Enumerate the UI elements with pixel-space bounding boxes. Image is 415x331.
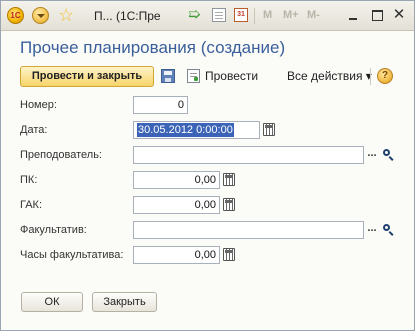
memory-m-button[interactable]: M	[263, 9, 272, 21]
memory-plus-button[interactable]: M+	[283, 9, 299, 21]
menu-dropdown-icon[interactable]	[32, 7, 49, 24]
1c-logo-icon[interactable]: 1C	[7, 7, 24, 24]
memory-minus-button[interactable]: M-	[307, 9, 320, 21]
calendar-picker-icon[interactable]	[263, 123, 275, 136]
elective-hours-calculator-icon[interactable]	[223, 248, 235, 261]
help-icon[interactable]: ?	[377, 68, 393, 84]
teacher-label: Преподователь:	[20, 149, 102, 161]
maximize-icon[interactable]	[368, 6, 386, 24]
gak-label: ГАК:	[20, 199, 43, 211]
teacher-ellipsis-icon[interactable]: ...	[365, 148, 379, 162]
gak-input[interactable]: 0,00	[133, 196, 220, 214]
pk-input[interactable]: 0,00	[133, 171, 220, 189]
elective-input[interactable]	[133, 221, 364, 239]
elective-search-icon[interactable]	[382, 223, 396, 237]
pk-calculator-icon[interactable]	[223, 173, 235, 186]
elective-label: Факультатив:	[20, 224, 87, 236]
post-and-close-button[interactable]: Провести и закрыть	[20, 66, 154, 87]
close-button[interactable]: Закрыть	[92, 292, 157, 312]
minimize-icon[interactable]	[344, 6, 362, 24]
number-label: Номер:	[20, 99, 57, 111]
close-icon[interactable]: ✕	[390, 6, 408, 24]
gak-calculator-icon[interactable]	[223, 198, 235, 211]
elective-hours-label: Часы факультатива:	[20, 249, 124, 261]
toolbar-separator	[370, 68, 371, 85]
window-title: П... (1С:Пре	[94, 9, 161, 23]
ok-button[interactable]: ОК	[21, 292, 83, 312]
teacher-input[interactable]	[133, 146, 364, 164]
post-document-icon[interactable]	[187, 69, 200, 83]
document-window: 1C ☆ П... (1С:Пре ➯ 31 M M+ M- ✕ Прочее …	[0, 0, 415, 331]
date-value: 30.05.2012 0:00:00	[137, 123, 234, 137]
toolbar-separator	[254, 8, 255, 24]
date-input[interactable]: 30.05.2012 0:00:00	[133, 121, 260, 139]
title-bar: 1C ☆ П... (1С:Пре ➯ 31 M M+ M- ✕	[1, 1, 414, 31]
form-title: Прочее планирования (создание)	[20, 38, 286, 57]
elective-ellipsis-icon[interactable]: ...	[365, 223, 379, 237]
document-icon[interactable]	[212, 8, 226, 22]
pk-label: ПК:	[20, 174, 38, 186]
teacher-search-icon[interactable]	[382, 148, 396, 162]
calendar-icon[interactable]: 31	[234, 8, 248, 22]
save-icon[interactable]	[161, 69, 175, 83]
date-label: Дата:	[20, 124, 48, 136]
favorite-star-icon[interactable]: ☆	[58, 4, 74, 26]
number-input[interactable]: 0	[133, 96, 188, 114]
elective-hours-input[interactable]: 0,00	[133, 246, 220, 264]
post-button[interactable]: Провести	[205, 69, 258, 83]
all-actions-menu[interactable]: Все действия ▾	[287, 69, 372, 83]
command-bar: Провести и закрыть Провести Все действия…	[17, 64, 400, 88]
navigate-arrow-icon[interactable]: ➯	[188, 7, 201, 22]
